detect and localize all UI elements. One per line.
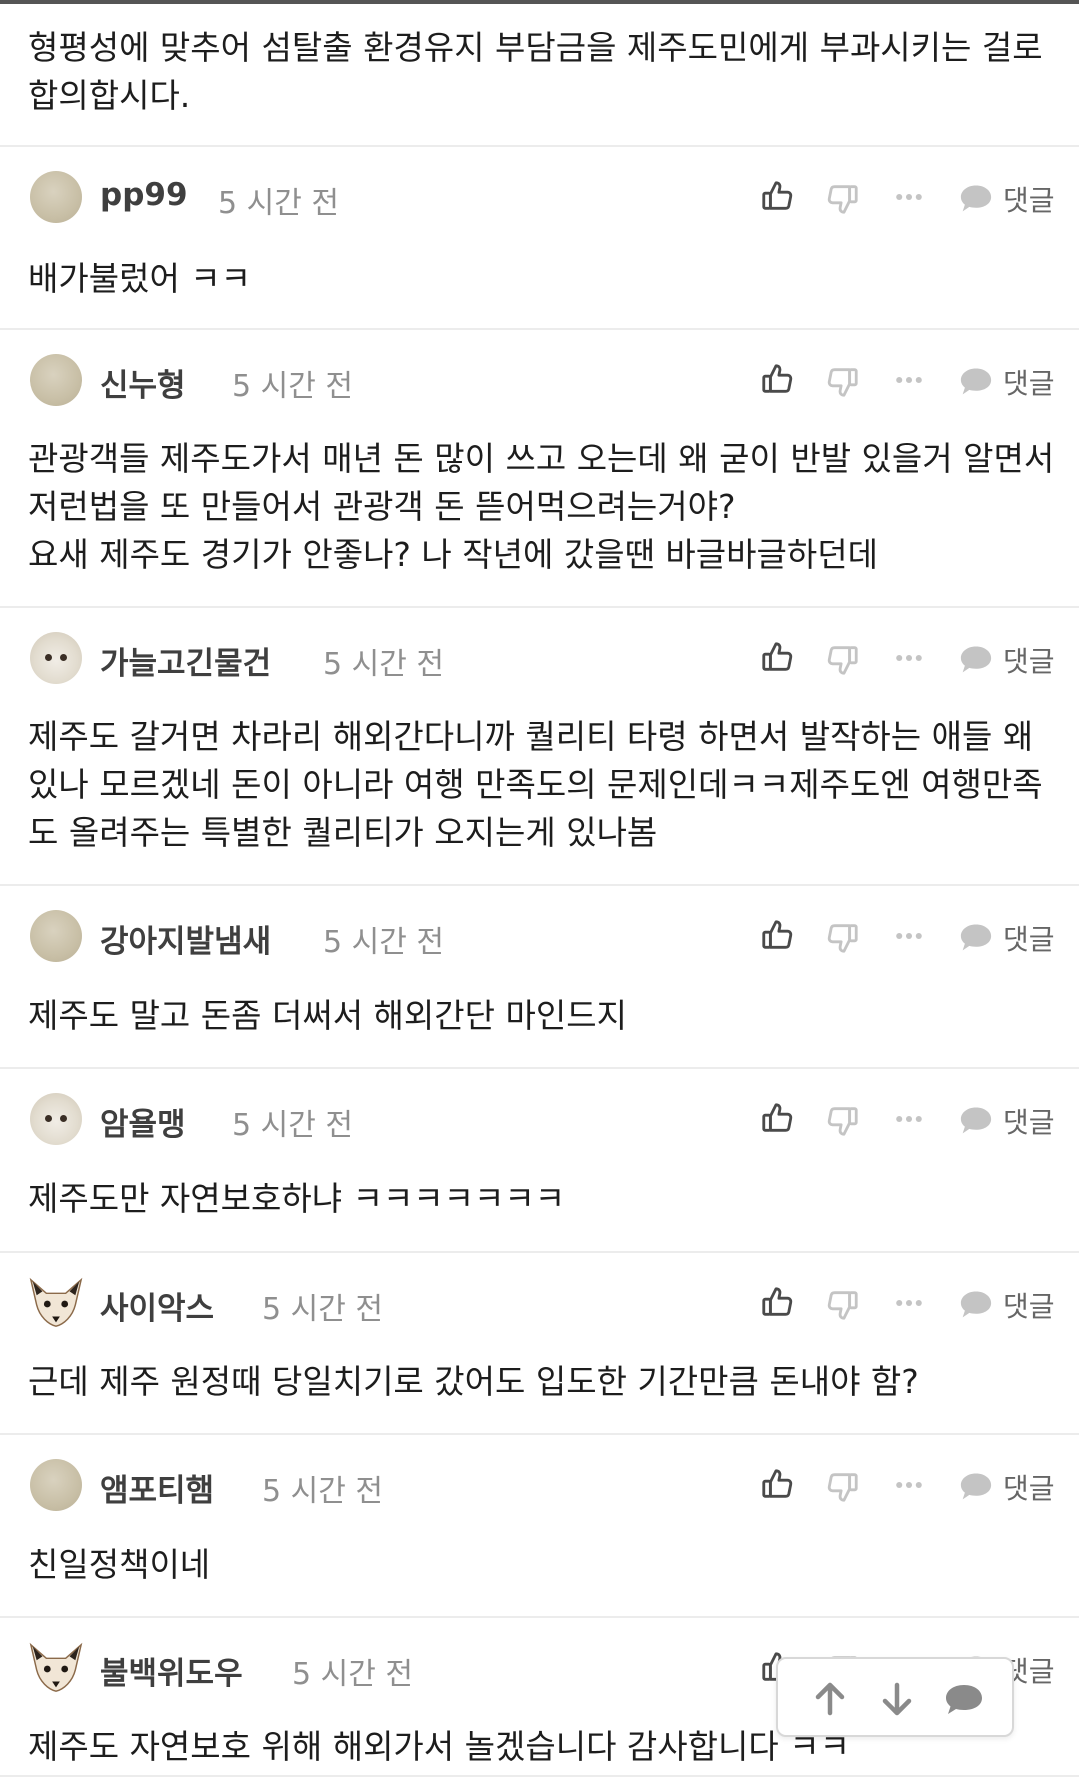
comment-item: 암욜맹 5 시간 전 댓글제주도만 자연보호하냐 ㅋㅋㅋㅋㅋㅋㅋ (0, 1071, 1079, 1253)
thumbs-up-icon[interactable] (760, 640, 794, 678)
more-dots-icon[interactable] (893, 1103, 925, 1139)
comment-username[interactable]: 강아지발냄새 (100, 916, 271, 961)
comment-text: 친일정책이네 (28, 1545, 211, 1584)
thumbs-down-icon[interactable] (826, 182, 860, 220)
thumbs-down-icon[interactable] (826, 365, 860, 403)
avatar[interactable] (27, 1274, 83, 1327)
avatar[interactable] (30, 171, 82, 223)
comment-item: pp99 5 시간 전 댓글배가불렀어 ㅋㅋ (0, 149, 1079, 330)
thumbs-down-icon[interactable] (826, 921, 860, 959)
comment-timestamp: 5 시간 전 (218, 186, 339, 221)
more-dots-icon[interactable] (893, 1469, 925, 1505)
avatar[interactable] (30, 910, 82, 962)
reply-button[interactable]: 댓글 (1003, 1467, 1055, 1507)
intro-comment-text: 형평성에 맞추어 섬탈출 환경유지 부담금을 제주도민에게 부과시키는 걸로 합… (28, 28, 1043, 115)
comment-header: 암욜맹 5 시간 전 댓글 (0, 1071, 1079, 1171)
comment-text: 관광객들 제주도가서 매년 돈 많이 쓰고 오는데 왜 굳이 반발 있을거 알면… (28, 439, 1055, 574)
comment-item: 강아지발냄새 5 시간 전 댓글제주도 말고 돈좀 더써서 해외간단 마인드지 (0, 888, 1079, 1069)
reply-button[interactable]: 댓글 (1003, 1101, 1055, 1141)
comment-timestamp: 5 시간 전 (323, 925, 444, 960)
more-dots-icon[interactable] (893, 1287, 925, 1323)
thumbs-up-icon[interactable] (760, 918, 794, 956)
speech-bubble-icon[interactable] (958, 1470, 994, 1506)
comment-header: 앰포티햄 5 시간 전 댓글 (0, 1437, 1079, 1537)
thumbs-down-icon[interactable] (826, 1104, 860, 1142)
comment-header: 사이악스 5 시간 전 댓글 (0, 1255, 1079, 1355)
reply-button[interactable]: 댓글 (1003, 918, 1055, 958)
arrow-down-icon[interactable] (875, 1677, 919, 1721)
more-dots-icon[interactable] (893, 920, 925, 956)
thumbs-up-icon[interactable] (760, 362, 794, 400)
speech-bubble-icon[interactable] (942, 1677, 986, 1721)
comment-timestamp: 5 시간 전 (262, 1292, 383, 1327)
more-dots-icon[interactable] (893, 364, 925, 400)
comment-text: 제주도 갈거면 차라리 해외간다니까 퀄리티 타령 하면서 발작하는 애들 왜 … (28, 717, 1044, 852)
comment-username[interactable]: pp99 (100, 177, 188, 213)
speech-bubble-icon[interactable] (958, 182, 994, 218)
comment-text: 제주도만 자연보호하냐 ㅋㅋㅋㅋㅋㅋㅋ (28, 1179, 566, 1218)
comment-username[interactable]: 가늘고긴물건 (100, 638, 271, 683)
comment-text: 근데 제주 원정때 당일치기로 갔어도 입도한 기간만큼 돈내야 함? (28, 1362, 919, 1401)
comment-username[interactable]: 앰포티햄 (100, 1465, 214, 1510)
comment-timestamp: 5 시간 전 (323, 647, 444, 682)
thumbs-down-icon[interactable] (826, 1470, 860, 1508)
reply-button[interactable]: 댓글 (1003, 179, 1055, 219)
thumbs-up-icon[interactable] (760, 1285, 794, 1323)
thumbs-down-icon[interactable] (826, 1288, 860, 1326)
thumbs-down-icon[interactable] (826, 643, 860, 681)
comment-header: 강아지발냄새 5 시간 전 댓글 (0, 888, 1079, 988)
avatar[interactable] (27, 1639, 83, 1692)
reply-button[interactable]: 댓글 (1003, 640, 1055, 680)
avatar[interactable] (30, 632, 82, 684)
arrow-up-icon[interactable] (808, 1677, 852, 1721)
intro-comment: 형평성에 맞추어 섬탈출 환경유지 부담금을 제주도민에게 부과시키는 걸로 합… (0, 4, 1079, 147)
comment-username[interactable]: 신누형 (100, 360, 186, 405)
speech-bubble-icon[interactable] (958, 1288, 994, 1324)
comment-item: 신누형 5 시간 전 댓글관광객들 제주도가서 매년 돈 많이 쓰고 오는데 왜 굳… (0, 332, 1079, 608)
comment-header: 가늘고긴물건 5 시간 전 댓글 (0, 610, 1079, 710)
comment-item: 가늘고긴물건 5 시간 전 댓글제주도 갈거면 차라리 해외간다니까 퀄리티 타령 … (0, 610, 1079, 886)
avatar[interactable] (30, 1459, 82, 1511)
speech-bubble-icon[interactable] (958, 643, 994, 679)
comment-header: 신누형 5 시간 전 댓글 (0, 332, 1079, 432)
comment-item: 앰포티햄 5 시간 전 댓글친일정책이네 (0, 1437, 1079, 1618)
comment-timestamp: 5 시간 전 (232, 1108, 353, 1143)
speech-bubble-icon[interactable] (958, 365, 994, 401)
speech-bubble-icon[interactable] (958, 1104, 994, 1140)
avatar[interactable] (30, 354, 82, 406)
comment-timestamp: 5 시간 전 (292, 1657, 413, 1692)
comment-username[interactable]: 불백위도우 (100, 1648, 243, 1693)
comment-header: pp99 5 시간 전 댓글 (0, 149, 1079, 249)
reply-button[interactable]: 댓글 (1003, 1285, 1055, 1325)
comment-text: 배가불렀어 ㅋㅋ (28, 259, 252, 298)
comment-timestamp: 5 시간 전 (232, 369, 353, 404)
thumbs-up-icon[interactable] (760, 179, 794, 217)
comment-timestamp: 5 시간 전 (262, 1474, 383, 1509)
avatar[interactable] (30, 1093, 82, 1145)
thumbs-up-icon[interactable] (760, 1467, 794, 1505)
comment-username[interactable]: 사이악스 (100, 1283, 214, 1328)
more-dots-icon[interactable] (893, 642, 925, 678)
floating-nav-bar (776, 1657, 1014, 1737)
speech-bubble-icon[interactable] (958, 921, 994, 957)
comment-item: 사이악스 5 시간 전 댓글근데 제주 원정때 당일치기로 갔어도 입도한 기간만큼… (0, 1255, 1079, 1435)
comment-text: 제주도 말고 돈좀 더써서 해외간단 마인드지 (28, 996, 627, 1035)
more-dots-icon[interactable] (893, 181, 925, 217)
reply-button[interactable]: 댓글 (1003, 362, 1055, 402)
comment-username[interactable]: 암욜맹 (100, 1099, 186, 1144)
thumbs-up-icon[interactable] (760, 1101, 794, 1139)
